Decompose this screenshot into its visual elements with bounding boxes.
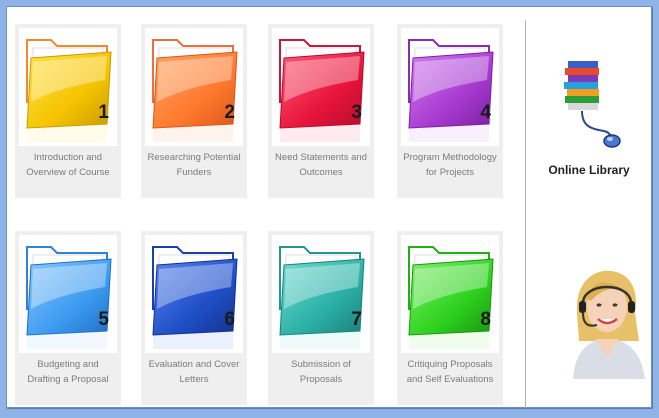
folder-icon-box: 6	[145, 235, 243, 353]
module-caption: Need Statements and Outcomes	[270, 150, 372, 180]
module-title-line-2: Proposals	[299, 374, 343, 385]
folder-icon	[408, 246, 494, 349]
folder-icon	[26, 39, 112, 142]
module-title-line-1: Evaluation and Cover	[148, 359, 240, 370]
module-number: 7	[351, 309, 362, 330]
folder-icon-box: 3	[272, 28, 370, 146]
module-caption: Critiquing Proposals and Self Evaluation…	[399, 357, 501, 387]
module-tile[interactable]: 5 Budgeting and Drafting a Proposal	[15, 231, 121, 405]
module-title-line-2: Letters	[179, 374, 209, 385]
module-number: 1	[98, 102, 109, 123]
module-title-line-2: Outcomes	[299, 167, 343, 178]
module-number: 6	[224, 309, 235, 330]
module-caption: Submission of Proposals	[270, 357, 372, 387]
support-agent-icon	[573, 270, 645, 379]
module-grid: 1 Introduction and Overview of Course 2 …	[7, 7, 525, 407]
folder-icon	[152, 39, 238, 142]
folder-icon-box: 1	[19, 28, 117, 146]
module-title-line-2: Overview of Course	[26, 167, 110, 178]
module-caption: Program Methodology for Projects	[399, 150, 501, 180]
module-number: 5	[98, 309, 109, 330]
folder-icon-box: 8	[401, 235, 499, 353]
module-caption: Budgeting and Drafting a Proposal	[17, 357, 119, 387]
module-title-line-2: Drafting a Proposal	[27, 374, 109, 385]
module-tile[interactable]: 8 Critiquing Proposals and Self Evaluati…	[397, 231, 503, 405]
module-title-line-1: Introduction and	[33, 152, 103, 163]
support-agent-avatar[interactable]	[567, 261, 649, 381]
folder-icon	[152, 246, 238, 349]
module-number: 2	[224, 102, 235, 123]
module-tile[interactable]: 6 Evaluation and Cover Letters	[141, 231, 247, 405]
folder-icon	[279, 39, 365, 142]
module-title-line-2: and Self Evaluations	[406, 374, 494, 385]
online-library-label: Online Library	[548, 163, 630, 177]
module-tile[interactable]: 2 Researching Potential Funders	[141, 24, 247, 198]
online-library-link[interactable]: Online Library	[527, 45, 651, 185]
module-number: 3	[351, 102, 362, 123]
folder-icon	[408, 39, 494, 142]
module-number: 8	[480, 309, 491, 330]
module-number: 4	[480, 102, 491, 123]
module-title-line-1: Program Methodology	[403, 152, 497, 163]
divider	[525, 20, 526, 408]
folder-icon-box: 2	[145, 28, 243, 146]
folder-icon	[26, 246, 112, 349]
module-caption: Researching Potential Funders	[143, 150, 245, 180]
module-tile[interactable]: 7 Submission of Proposals	[268, 231, 374, 405]
folder-icon-box: 5	[19, 235, 117, 353]
module-tile[interactable]: 3 Need Statements and Outcomes	[268, 24, 374, 198]
module-title-line-1: Critiquing Proposals	[407, 359, 493, 370]
books-mouse-icon	[564, 61, 621, 148]
module-title-line-1: Need Statements and	[275, 152, 367, 163]
module-title-line-2: Funders	[176, 167, 212, 178]
folder-icon-box: 4	[401, 28, 499, 146]
course-modules-panel: 1 Introduction and Overview of Course 2 …	[6, 6, 652, 408]
module-tile[interactable]: 4 Program Methodology for Projects	[397, 24, 503, 198]
module-tile[interactable]: 1 Introduction and Overview of Course	[15, 24, 121, 198]
module-title-line-1: Submission of	[291, 359, 351, 370]
folder-icon	[279, 246, 365, 349]
module-caption: Evaluation and Cover Letters	[143, 357, 245, 387]
folder-icon-box: 7	[272, 235, 370, 353]
sidebar: Online Library	[527, 7, 651, 407]
module-title-line-1: Budgeting and	[37, 359, 99, 370]
module-title-line-2: for Projects	[425, 167, 475, 178]
module-title-line-1: Researching Potential	[147, 152, 241, 163]
module-caption: Introduction and Overview of Course	[17, 150, 119, 180]
